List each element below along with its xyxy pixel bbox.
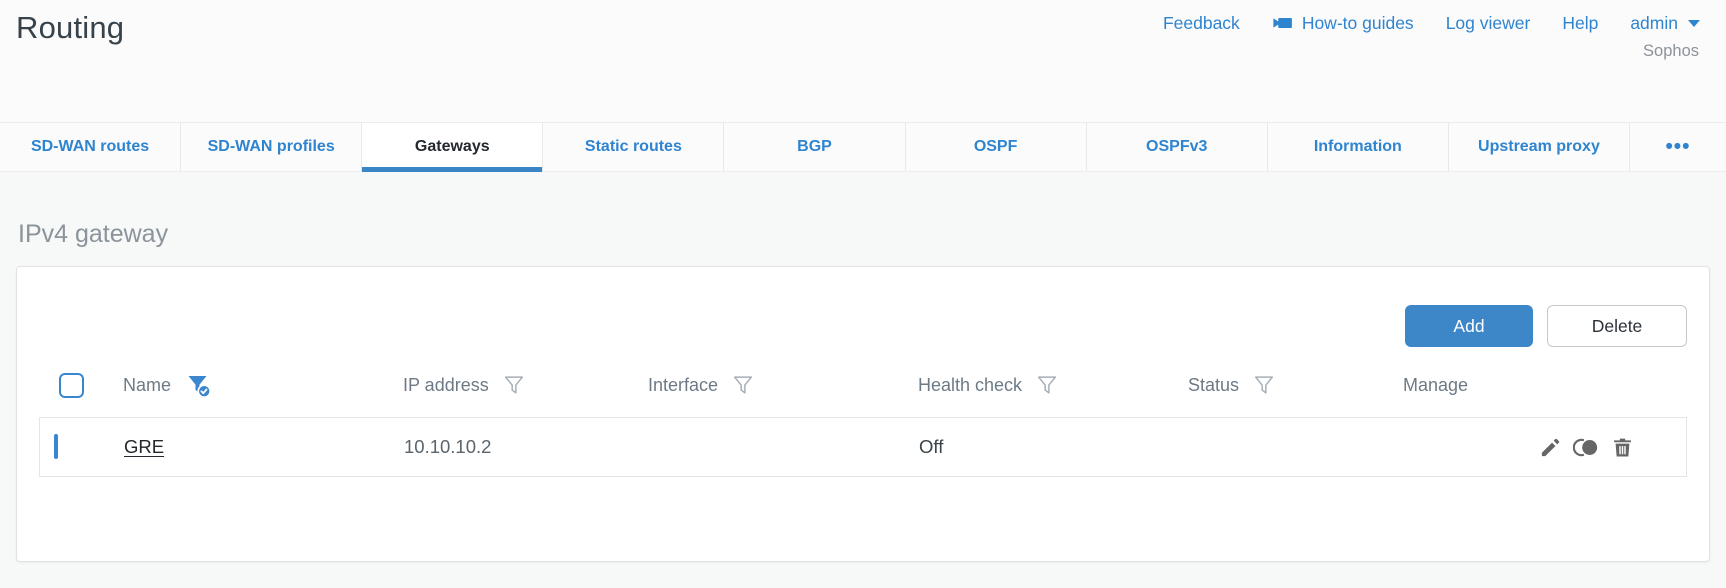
tab-upstream-proxy[interactable]: Upstream proxy xyxy=(1449,123,1630,171)
log-viewer-link[interactable]: Log viewer xyxy=(1446,13,1531,34)
row-select-cell xyxy=(40,434,110,459)
help-label: Help xyxy=(1562,12,1599,33)
tab-bgp[interactable]: BGP xyxy=(724,123,906,171)
ipv4-gateway-card: Add Delete Name IP address Interface Hea… xyxy=(16,266,1710,562)
column-header-status: Status xyxy=(1174,373,1389,397)
gateway-manage-cell xyxy=(1390,436,1686,459)
tab-sdwan-routes[interactable]: SD-WAN routes xyxy=(0,123,182,171)
tab-overflow-menu[interactable]: ••• xyxy=(1630,123,1726,171)
top-utility-nav: Feedback How-to guides Log viewer Help a… xyxy=(1163,12,1700,34)
howto-guides-label: How-to guides xyxy=(1301,12,1414,33)
table-header-row: Name IP address Interface Health check S… xyxy=(39,353,1687,417)
tab-sdwan-profiles[interactable]: SD-WAN profiles xyxy=(181,123,363,171)
tab-information[interactable]: Information xyxy=(1268,123,1449,171)
filter-icon[interactable] xyxy=(1252,373,1276,397)
clone-icon[interactable] xyxy=(1573,436,1600,459)
column-label-interface: Interface xyxy=(648,374,719,395)
select-all-checkbox[interactable] xyxy=(59,372,84,398)
filter-icon[interactable] xyxy=(731,373,755,397)
column-header-health-check: Health check xyxy=(904,373,1174,397)
help-link[interactable]: Help xyxy=(1562,13,1598,34)
column-label-ip: IP address xyxy=(403,374,489,395)
page-header: Routing Feedback How-to guides Log viewe… xyxy=(0,0,1726,122)
routing-tab-bar: SD-WAN routes SD-WAN profiles Gateways S… xyxy=(0,122,1726,172)
howto-guides-link[interactable]: How-to guides xyxy=(1272,12,1414,34)
tab-ospf[interactable]: OSPF xyxy=(906,123,1087,171)
brand-label: Sophos xyxy=(1643,42,1699,60)
select-all-cell xyxy=(39,372,109,398)
table-row: GRE 10.10.10.2 Off xyxy=(39,417,1687,477)
feedback-label: Feedback xyxy=(1162,12,1240,33)
user-menu[interactable]: admin xyxy=(1630,13,1700,34)
gateway-health-cell: Off xyxy=(919,436,944,457)
filter-active-icon[interactable] xyxy=(184,371,212,399)
column-label-manage: Manage xyxy=(1403,374,1469,395)
feedback-link[interactable]: Feedback xyxy=(1163,13,1240,34)
gateway-ip-cell: 10.10.10.2 xyxy=(404,436,492,457)
tab-gateways[interactable]: Gateways xyxy=(362,123,544,172)
section-title: IPv4 gateway xyxy=(18,220,169,248)
add-button[interactable]: Add xyxy=(1405,305,1533,347)
gateway-status-cell xyxy=(1175,436,1390,458)
column-header-ip: IP address xyxy=(389,373,634,397)
main-content: IPv4 gateway Add Delete Name IP address … xyxy=(0,220,1726,562)
gateway-name-cell: GRE xyxy=(110,436,390,458)
tab-static-routes[interactable]: Static routes xyxy=(543,123,725,171)
log-viewer-label: Log viewer xyxy=(1445,12,1531,33)
column-header-interface: Interface xyxy=(634,373,904,397)
gateway-name-link[interactable]: GRE xyxy=(124,436,164,457)
chevron-down-icon xyxy=(1688,19,1700,27)
video-camera-icon xyxy=(1272,12,1294,34)
column-label-health-check: Health check xyxy=(918,374,1023,395)
edit-pencil-icon[interactable] xyxy=(1539,436,1562,459)
delete-button[interactable]: Delete xyxy=(1547,305,1687,347)
column-header-name: Name xyxy=(109,371,389,399)
filter-icon[interactable] xyxy=(502,373,526,397)
user-menu-label: admin xyxy=(1630,12,1678,33)
tab-ospfv3[interactable]: OSPFv3 xyxy=(1087,123,1268,171)
filter-icon[interactable] xyxy=(1035,373,1059,397)
column-header-manage: Manage xyxy=(1389,375,1687,396)
trash-icon[interactable] xyxy=(1611,436,1634,459)
column-label-status: Status xyxy=(1188,374,1240,395)
table-actions: Add Delete xyxy=(39,305,1687,347)
column-label-name: Name xyxy=(123,374,172,395)
row-checkbox[interactable] xyxy=(54,434,58,459)
